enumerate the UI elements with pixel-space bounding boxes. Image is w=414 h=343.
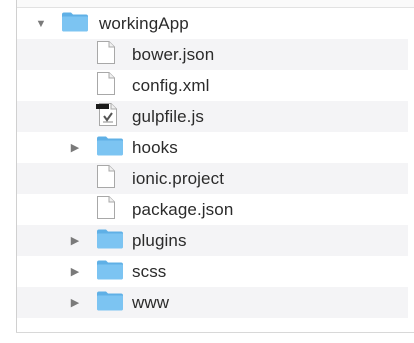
tree-item-label: config.xml	[132, 75, 210, 95]
disclosure-collapsed-icon[interactable]: ▶	[69, 235, 81, 247]
document-icon	[96, 71, 116, 101]
tree-row-gulpfile-js[interactable]: gulpfile.js	[17, 101, 408, 132]
finder-window: ▼ workingApp bower.json config.xml gulpf…	[0, 0, 414, 343]
tree-row-www[interactable]: ▶ www	[17, 287, 408, 318]
window-bottom-edge	[16, 332, 414, 333]
tree-item-label: hooks	[132, 137, 178, 157]
tree-item-label: www	[132, 292, 170, 312]
tree-item-label: ionic.project	[132, 168, 225, 188]
tree-row-ionic-project[interactable]: ionic.project	[17, 163, 408, 194]
file-tree: ▼ workingApp bower.json config.xml gulpf…	[17, 8, 408, 318]
disclosure-collapsed-icon[interactable]: ▶	[69, 266, 81, 278]
folder-icon	[96, 258, 124, 285]
disclosure-collapsed-icon[interactable]: ▶	[69, 142, 81, 154]
folder-icon	[61, 10, 89, 37]
tree-item-label: plugins	[132, 230, 187, 250]
tree-row-package-json[interactable]: package.json	[17, 194, 408, 225]
document-icon	[96, 195, 116, 225]
tree-row-plugins[interactable]: ▶ plugins	[17, 225, 408, 256]
tree-item-label: bower.json	[132, 44, 215, 64]
tree-row-bower-json[interactable]: bower.json	[17, 39, 408, 70]
window-top-edge	[16, 0, 414, 8]
folder-icon	[96, 289, 124, 316]
tree-row-scss[interactable]: ▶ scss	[17, 256, 408, 287]
tree-item-label: workingApp	[99, 13, 189, 33]
folder-icon	[96, 227, 124, 254]
script-document-icon	[96, 102, 118, 132]
document-icon	[96, 40, 116, 70]
folder-icon	[96, 134, 124, 161]
disclosure-collapsed-icon[interactable]: ▶	[69, 297, 81, 309]
document-icon	[96, 164, 116, 194]
tree-item-label: scss	[132, 261, 167, 281]
disclosure-expanded-icon[interactable]: ▼	[35, 18, 47, 30]
tree-row-config-xml[interactable]: config.xml	[17, 70, 408, 101]
tree-item-label: gulpfile.js	[132, 106, 204, 126]
tree-row-workingapp[interactable]: ▼ workingApp	[17, 8, 408, 39]
tree-row-hooks[interactable]: ▶ hooks	[17, 132, 408, 163]
tree-item-label: package.json	[132, 199, 234, 219]
